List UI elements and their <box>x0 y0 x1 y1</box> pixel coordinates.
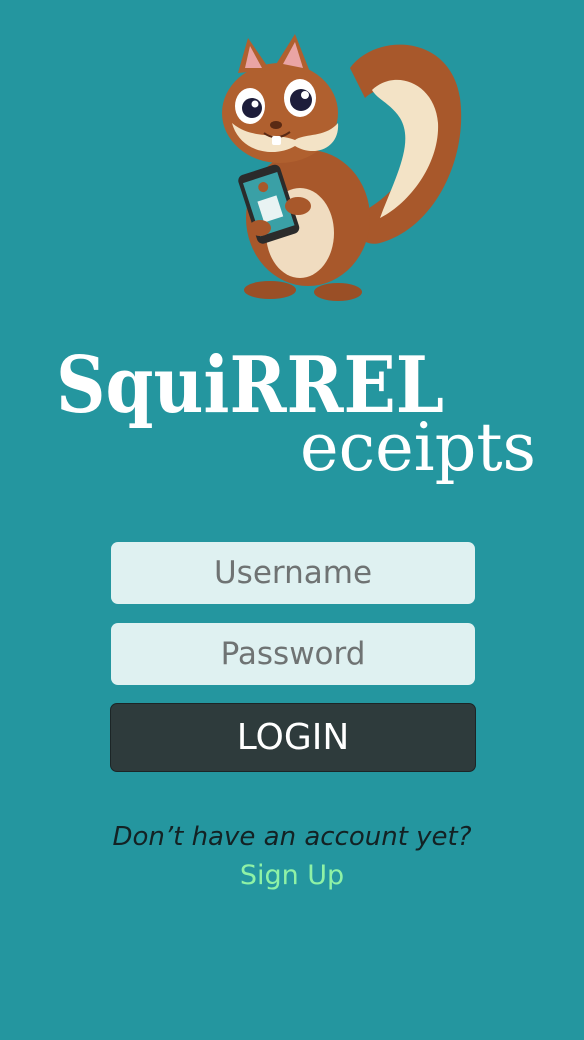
username-input[interactable] <box>111 542 475 604</box>
login-button[interactable]: LOGIN <box>110 703 476 772</box>
signup-link[interactable]: Sign Up <box>0 860 584 891</box>
login-button-label: LOGIN <box>236 717 350 758</box>
logo-line-2: eceipts <box>300 409 536 486</box>
signup-prompt: Don’t have an account yet? <box>112 822 472 852</box>
app-logo: SquiRREL eceipts <box>56 340 536 486</box>
password-input[interactable] <box>111 623 475 685</box>
